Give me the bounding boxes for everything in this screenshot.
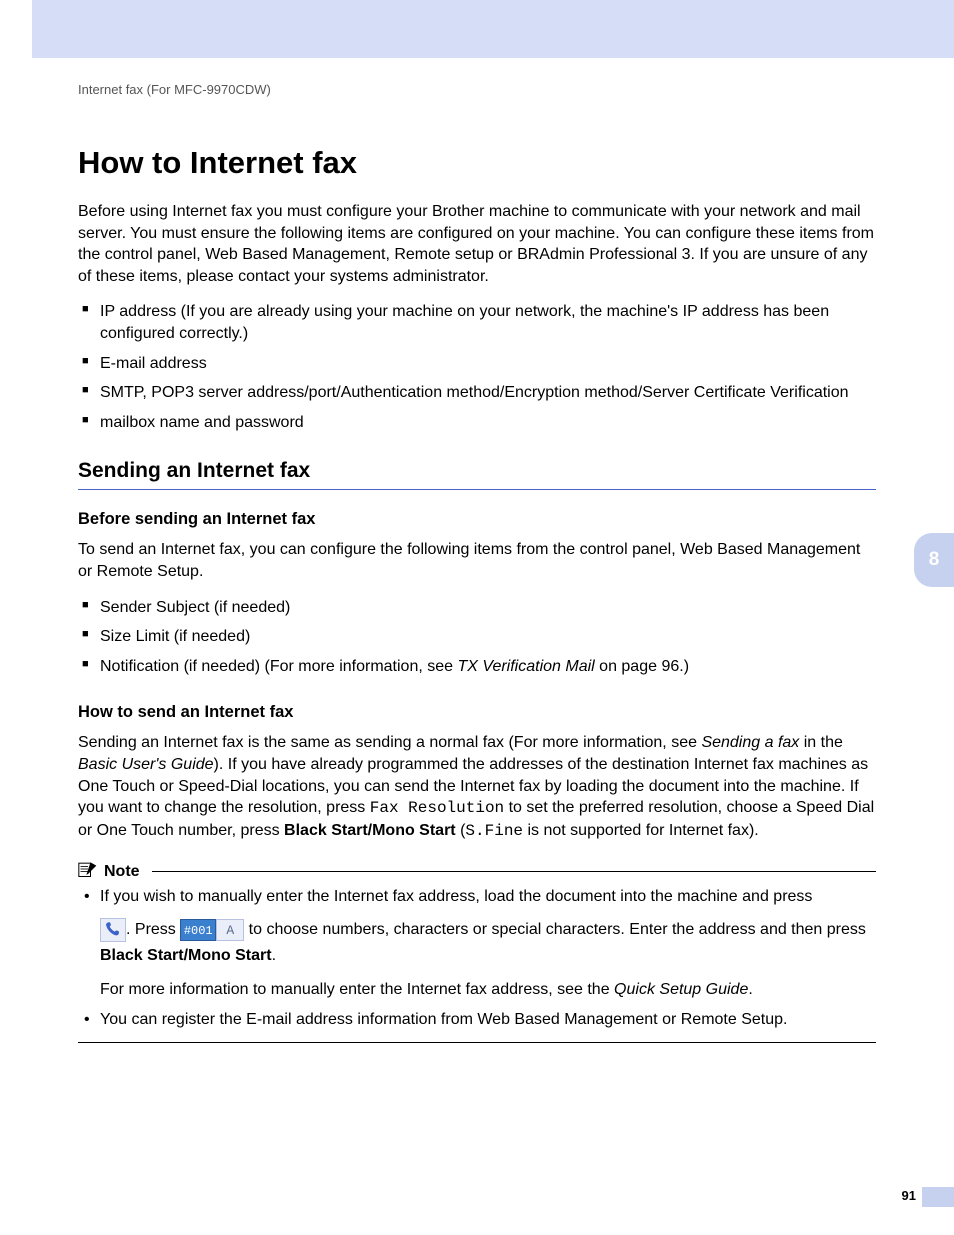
phone-icon [100, 918, 126, 942]
list-item: mailbox name and password [78, 412, 876, 434]
reference-italic: Quick Setup Guide [614, 981, 748, 998]
page-title: How to Internet fax [78, 145, 876, 181]
breadcrumb: Internet fax (For MFC-9970CDW) [78, 82, 876, 97]
list-item: Notification (if needed) (For more infor… [78, 656, 876, 678]
bold-text: Black Start/Mono Start [100, 947, 272, 964]
mono-text: Fax Resolution [370, 799, 504, 817]
note-rule [152, 871, 876, 872]
before-paragraph: To send an Internet fax, you can configu… [78, 539, 876, 582]
subsection-heading: How to send an Internet fax [78, 703, 876, 722]
list-item: E-mail address [78, 353, 876, 375]
note-heading: Note [78, 860, 876, 883]
list-item: Size Limit (if needed) [78, 626, 876, 648]
before-items-list: Sender Subject (if needed) Size Limit (i… [78, 597, 876, 678]
config-items-list: IP address (If you are already using you… [78, 301, 876, 433]
intro-paragraph: Before using Internet fax you must confi… [78, 201, 876, 287]
mono-text: S.Fine [465, 822, 523, 840]
note-bottom-rule [78, 1042, 876, 1043]
how-paragraph: Sending an Internet fax is the same as s… [78, 732, 876, 842]
reference-italic: Sending a fax [701, 734, 799, 751]
note-list: If you wish to manually enter the Intern… [78, 885, 876, 1032]
section-heading: Sending an Internet fax [78, 459, 876, 483]
list-item: Sender Subject (if needed) [78, 597, 876, 619]
key-a-icon: A [216, 919, 244, 941]
bold-text: Black Start/Mono Start [284, 822, 456, 839]
reference-italic: Basic User's Guide [78, 756, 214, 773]
list-item: IP address (If you are already using you… [78, 301, 876, 344]
reference-italic: TX Verification Mail [457, 658, 594, 675]
note-icon [78, 860, 98, 883]
list-item: SMTP, POP3 server address/port/Authentic… [78, 382, 876, 404]
subsection-heading: Before sending an Internet fax [78, 510, 876, 529]
key-001-icon: #001 [180, 919, 216, 941]
heading-rule [78, 489, 876, 490]
note-label: Note [104, 863, 140, 881]
list-item: You can register the E-mail address info… [78, 1008, 876, 1032]
list-item: If you wish to manually enter the Intern… [78, 885, 876, 1002]
